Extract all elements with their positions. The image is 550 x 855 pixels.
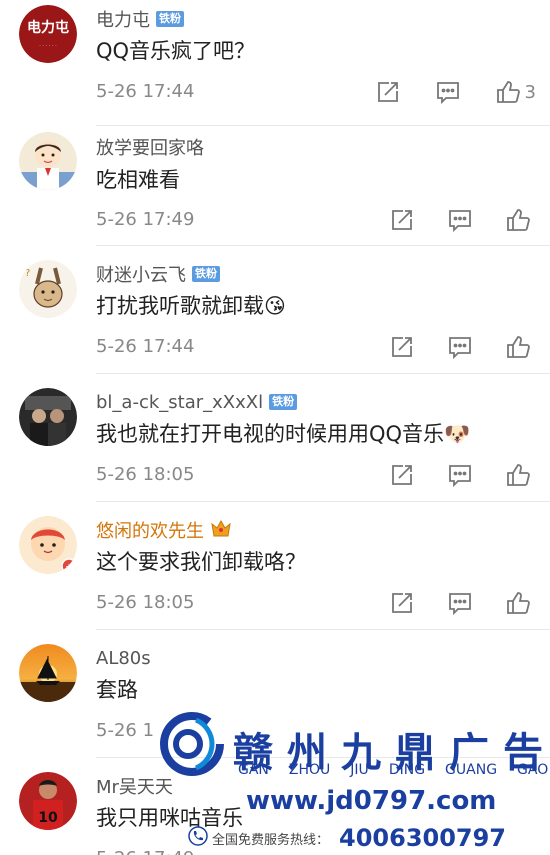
comment-item: ? 财迷小云飞 铁粉 打扰我听歌就卸载😘 5-26 17:44 (0, 245, 550, 373)
comment-text: 套路 (96, 678, 138, 702)
comment-time: 5-26 17:49 (96, 847, 194, 855)
pinyin-syllable: ZHOU (288, 762, 331, 778)
name-row: AL80s (96, 646, 151, 670)
comment-time: 5-26 17:49 (96, 209, 195, 230)
avatar[interactable] (19, 388, 77, 446)
share-icon[interactable] (389, 334, 415, 360)
pinyin-syllable: GUANG (445, 762, 498, 778)
name-row: Mr吴天天 (96, 774, 173, 798)
comment-actions (389, 207, 531, 233)
comment-text: 我也就在打开电视的时候用用QQ音乐🐶 (96, 422, 471, 446)
username[interactable]: 电力屯 (96, 6, 150, 32)
svg-text:?: ? (25, 268, 30, 279)
hotline-phone: 4006300797 (339, 824, 507, 852)
comment-text: QQ音乐疯了吧？ (96, 39, 256, 63)
comment-icon[interactable] (447, 207, 473, 233)
comment-item: bl_a-ck_star_xXxXl 铁粉 我也就在打开电视的时候用用QQ音乐🐶… (0, 373, 550, 501)
like-icon[interactable] (505, 207, 531, 233)
username[interactable]: bl_a-ck_star_xXxXl (96, 392, 263, 413)
divider (96, 245, 550, 246)
username[interactable]: 放学要回家咯 (96, 134, 204, 160)
avatar[interactable] (19, 644, 77, 702)
avatar[interactable] (19, 132, 77, 190)
comment-time: 5-26 17:44 (96, 336, 195, 357)
like-count: 3 (524, 81, 536, 103)
like-icon[interactable] (505, 462, 531, 488)
share-icon[interactable] (389, 462, 415, 488)
comment-actions (389, 590, 531, 616)
avatar[interactable]: ★ (19, 516, 77, 574)
svg-text:★: ★ (65, 563, 73, 573)
divider (96, 373, 550, 374)
comment-icon[interactable] (447, 462, 473, 488)
watermark-logo-icon (160, 712, 224, 776)
watermark-url: www.jd0797.com (246, 786, 497, 816)
avatar[interactable]: 电力屯 . . . . . . (19, 5, 77, 63)
divider (96, 125, 550, 126)
hotline-label: 全国免费服务热线： (212, 832, 330, 848)
pinyin-syllable: DING (388, 762, 426, 778)
divider (96, 501, 550, 502)
share-icon[interactable] (389, 207, 415, 233)
fan-badge: 铁粉 (156, 11, 184, 27)
comment-time: 5-26 18:05 (96, 464, 195, 485)
like-icon[interactable] (495, 79, 521, 105)
vip-crown-icon (210, 518, 232, 542)
comment-item: ★ 悠闲的欢先生 这个要求我们卸载咯？ 5-26 18:05 (0, 501, 550, 629)
fan-badge: 铁粉 (269, 394, 298, 410)
comment-icon[interactable] (447, 334, 473, 360)
avatar[interactable]: 10 (19, 772, 77, 830)
avatar[interactable]: ? (19, 260, 77, 318)
phone-icon (188, 826, 208, 850)
avatar-logo-text: 电力屯 (27, 19, 69, 36)
comment-actions (389, 462, 531, 488)
comment-time: 5-26 18:05 (96, 592, 195, 613)
share-icon[interactable] (389, 590, 415, 616)
comment-icon[interactable] (447, 590, 473, 616)
name-row: 悠闲的欢先生 (96, 518, 232, 542)
svg-text:10: 10 (38, 810, 58, 826)
username[interactable]: 悠闲的欢先生 (96, 517, 204, 543)
comment-text: 吃相难看 (96, 168, 180, 192)
name-row: 电力屯 铁粉 (96, 7, 184, 31)
comment-item: 放学要回家咯 吃相难看 5-26 17:49 (0, 125, 550, 245)
pinyin-syllable: GAN (238, 762, 269, 778)
fan-badge: 铁粉 (192, 266, 220, 282)
divider (96, 629, 550, 630)
pinyin-syllable: GAO (517, 762, 549, 778)
like-icon[interactable] (505, 334, 531, 360)
comment-actions (389, 334, 531, 360)
comment-actions: 3 (375, 79, 536, 105)
name-row: 财迷小云飞 铁粉 (96, 262, 220, 286)
name-row: bl_a-ck_star_xXxXl 铁粉 (96, 390, 298, 414)
username[interactable]: AL80s (96, 648, 151, 669)
watermark-pinyin: GAN ZHOU JIU DING GUANG GAO (238, 762, 548, 778)
comment-item: 电力屯 . . . . . . 电力屯 铁粉 QQ音乐疯了吧？ 5-26 17:4… (0, 0, 550, 125)
username[interactable]: 财迷小云飞 (96, 261, 186, 287)
svg-text:. . . . . .: . . . . . . (39, 42, 57, 48)
comment-time: 5-26 17:44 (96, 81, 195, 102)
name-row: 放学要回家咯 (96, 135, 204, 159)
comment-text: 打扰我听歌就卸载😘 (96, 294, 286, 318)
pinyin-syllable: JIU (350, 762, 369, 778)
like-icon[interactable] (505, 590, 531, 616)
comment-time: 5-26 1 (96, 720, 155, 741)
comment-text: 这个要求我们卸载咯？ (96, 550, 306, 574)
watermark-hotline: 全国免费服务热线： 4006300797 (188, 824, 506, 852)
username[interactable]: Mr吴天天 (96, 773, 173, 799)
share-icon[interactable] (375, 79, 401, 105)
comment-icon[interactable] (435, 79, 461, 105)
